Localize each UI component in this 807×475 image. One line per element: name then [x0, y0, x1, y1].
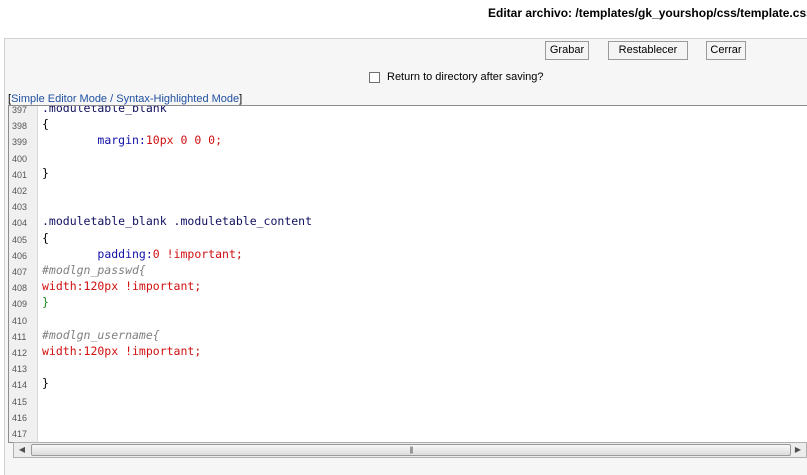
- code-text: margin:10px 0 0 0;: [42, 132, 222, 148]
- code-line: 404 .moduletable_blank .moduletable_conte…: [9, 213, 807, 229]
- line-number: 406: [12, 250, 28, 261]
- code-editor[interactable]: 397 .moduletable_blank 398 {399 margin:10px…: [8, 105, 807, 443]
- page-title: Editar archivo: /templates/gk_yourshop/c…: [488, 6, 807, 20]
- line-number: 402: [12, 186, 28, 196]
- code-line: 417: [9, 424, 807, 440]
- code-line: 400: [9, 149, 807, 165]
- line-number: 408: [12, 283, 28, 294]
- code-line: 401}: [9, 165, 807, 181]
- code-line: 415: [9, 392, 807, 408]
- code-text: {: [42, 117, 49, 132]
- code-line: 399 margin:10px 0 0 0;: [9, 132, 807, 148]
- code-line: 410: [9, 311, 807, 327]
- code-text: #modlgn_username{: [42, 327, 160, 342]
- line-number: 412: [12, 348, 28, 358]
- line-number: 400: [12, 153, 28, 164]
- line-number: 410: [12, 315, 28, 326]
- code-line: 407 #modlgn_passwd{: [9, 262, 807, 278]
- mode-close-bracket: ]: [239, 93, 243, 105]
- mode-separator: /: [107, 93, 117, 105]
- css-value: 10px 0 0 0;: [145, 133, 223, 148]
- code-line: 409}: [9, 294, 807, 310]
- line-number: 405: [12, 234, 28, 245]
- close-button[interactable]: Cerrar: [706, 41, 746, 60]
- code-line: 405 {: [9, 230, 807, 246]
- code-line: 416: [9, 408, 807, 424]
- line-number: 403: [12, 202, 28, 213]
- line-number: 399: [12, 137, 28, 148]
- reset-button[interactable]: Restablecer: [608, 41, 688, 60]
- code-text: }: [42, 165, 49, 180]
- line-number: 409: [12, 299, 28, 310]
- line-number: 407: [12, 267, 28, 277]
- code-line: 408 width:120px !important;: [9, 278, 807, 294]
- line-number: 416: [12, 412, 28, 423]
- scroll-right-icon[interactable]: ▶: [791, 443, 805, 457]
- simple-editor-mode-link[interactable]: Simple Editor Mode: [11, 93, 107, 105]
- code-text: width:120px !important;: [42, 279, 202, 294]
- code-text: }: [42, 295, 49, 310]
- line-number: 413: [12, 364, 28, 375]
- code-line: 414}: [9, 375, 807, 391]
- code-line: 403: [9, 197, 807, 213]
- syntax-highlighted-mode-link[interactable]: Syntax-Highlighted Mode: [116, 93, 239, 105]
- code-line: 402: [9, 181, 807, 197]
- code-line: 413: [9, 359, 807, 375]
- line-number: 397: [12, 105, 28, 115]
- line-number: 401: [12, 169, 28, 180]
- code-line: 398 {: [9, 116, 807, 132]
- code-text: #modlgn_passwd{: [42, 263, 146, 277]
- code-text: {: [42, 230, 49, 245]
- css-value: 0 !important;: [152, 246, 243, 261]
- code-text: width:120px !important;: [42, 344, 202, 358]
- code-text: .moduletable_blank .moduletable_content: [42, 214, 313, 229]
- scroll-left-icon[interactable]: ◀: [15, 443, 29, 457]
- code-line: 406 padding:0 !important;: [9, 246, 807, 262]
- code-line: 397 .moduletable_blank: [9, 105, 807, 116]
- editor-mode-switch: [Simple Editor Mode / Syntax-Highlighted…: [8, 93, 242, 105]
- code-text: }: [42, 376, 49, 391]
- return-checkbox[interactable]: [369, 71, 380, 83]
- return-option: Return to directory after saving?: [369, 69, 544, 85]
- line-number: 411: [12, 331, 27, 342]
- code-text: padding:0 !important;: [42, 246, 243, 262]
- scroll-thumb[interactable]: |||: [31, 444, 791, 456]
- css-property: margin:: [97, 133, 146, 148]
- save-button[interactable]: Grabar: [545, 41, 589, 60]
- css-property: padding:: [97, 246, 153, 261]
- scroll-grip-icon: |||: [409, 447, 414, 454]
- line-number: 398: [12, 121, 28, 132]
- line-number: 417: [12, 429, 28, 439]
- code-area[interactable]: 397 .moduletable_blank 398 {399 margin:10px…: [9, 106, 807, 442]
- line-number: 415: [12, 396, 28, 407]
- code-line: 411 #modlgn_username{: [9, 327, 807, 343]
- code-text: .moduletable_blank: [42, 105, 167, 115]
- horizontal-scrollbar[interactable]: ◀ ||| ▶: [13, 442, 807, 458]
- return-label: Return to directory after saving?: [387, 71, 544, 83]
- line-number: 404: [12, 218, 28, 229]
- line-number: 414: [12, 380, 28, 391]
- code-line: 412 width:120px !important;: [9, 343, 807, 359]
